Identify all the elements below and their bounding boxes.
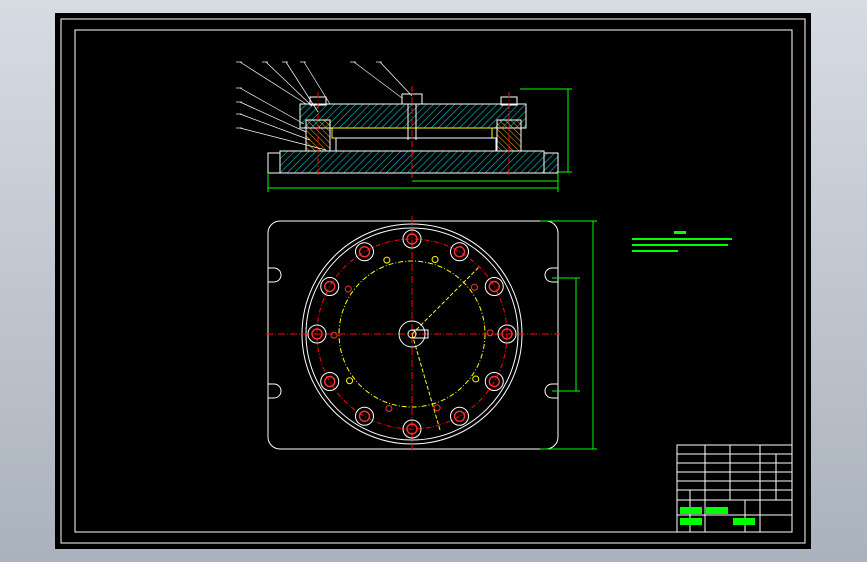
- slot-top-right: [544, 267, 558, 283]
- pin-hole: [472, 375, 480, 383]
- slot-top-left: [268, 267, 282, 283]
- counterbore-hole: [320, 372, 340, 391]
- cad-drawing-canvas: [60, 18, 806, 544]
- pin-hole: [346, 377, 354, 385]
- item-leader-line: [265, 61, 313, 107]
- pin-hole: [470, 283, 478, 291]
- outer-frame: [60, 18, 806, 544]
- left-post: [305, 119, 331, 152]
- pin-hole: [385, 405, 393, 413]
- counterbore-hole: [450, 242, 469, 262]
- base-step-right: [543, 152, 559, 174]
- item-leader-line: [379, 61, 413, 97]
- base-step-left: [267, 152, 281, 174]
- pin-hole: [433, 404, 441, 412]
- counterbore-hole: [450, 406, 469, 426]
- through-hole: [324, 375, 336, 388]
- tb-green-mark-2: [706, 507, 728, 514]
- title-block: [676, 444, 793, 533]
- notes-line-3-mark: [632, 250, 678, 252]
- slot-bottom-left: [268, 383, 282, 399]
- pin-hole: [344, 285, 352, 293]
- counterbore-hole: [484, 277, 504, 296]
- counterbore-hole: [484, 372, 504, 391]
- clamp-plate: [299, 103, 527, 129]
- notes-title-mark: [674, 231, 686, 234]
- through-hole: [453, 246, 466, 258]
- pin-hole: [330, 331, 338, 339]
- counterbore-hole: [355, 406, 374, 426]
- plan-dimensions: [540, 220, 597, 450]
- through-hole: [488, 280, 500, 293]
- notes-line-2-mark: [632, 244, 728, 246]
- right-post: [496, 119, 522, 152]
- pin-hole: [383, 256, 391, 264]
- tb-green-mark-1: [680, 507, 702, 514]
- item-leader-line: [303, 61, 331, 105]
- through-hole: [358, 410, 371, 422]
- through-hole: [453, 410, 466, 422]
- radial-line-s: [411, 333, 441, 431]
- pin-hole: [486, 329, 494, 337]
- tb-green-mark-4: [680, 518, 702, 525]
- section-view: [267, 86, 572, 192]
- through-hole: [488, 375, 500, 388]
- radial-line-ne: [411, 265, 481, 335]
- technical-notes: [632, 231, 732, 252]
- tb-green-mark-3: [733, 518, 755, 525]
- pin-hole: [431, 255, 439, 263]
- notes-line-1-mark: [632, 238, 732, 240]
- item-leader-line: [353, 61, 403, 99]
